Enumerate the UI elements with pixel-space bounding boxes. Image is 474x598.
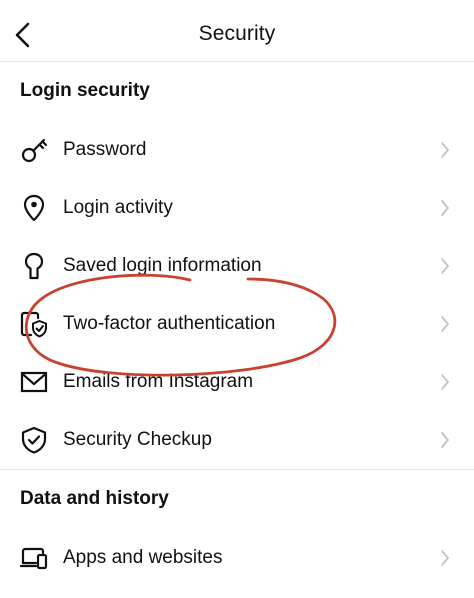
chevron-right-icon: [438, 548, 452, 568]
settings-row-password[interactable]: Password: [0, 125, 474, 175]
settings-row-label: Apps and websites: [63, 547, 223, 568]
header-divider: [0, 61, 474, 62]
header: Security: [0, 0, 474, 68]
settings-row-label: Password: [63, 139, 147, 160]
settings-row-two-factor-authentication[interactable]: Two-factor authentication: [0, 299, 474, 349]
settings-row-emails-from-instagram[interactable]: Emails from Instagram: [0, 357, 474, 407]
chevron-right-icon: [438, 198, 452, 218]
section-divider: [0, 469, 474, 470]
key-icon: [18, 134, 50, 166]
device-shield-icon: [18, 308, 50, 340]
settings-row-login-activity[interactable]: Login activity: [0, 183, 474, 233]
settings-row-label: Two-factor authentication: [63, 313, 276, 334]
settings-row-apps-and-websites[interactable]: Apps and websites: [0, 533, 474, 583]
settings-row-label: Login activity: [63, 197, 173, 218]
chevron-right-icon: [438, 430, 452, 450]
settings-row-security-checkup[interactable]: Security Checkup: [0, 415, 474, 465]
settings-row-label: Security Checkup: [63, 429, 212, 450]
page-title: Security: [198, 22, 276, 45]
shield-check-icon: [18, 424, 50, 456]
section-title-data-and-history: Data and history: [20, 488, 169, 509]
chevron-right-icon: [438, 140, 452, 160]
section-title-login-security: Login security: [20, 80, 150, 101]
chevron-right-icon: [438, 372, 452, 392]
chevron-right-icon: [438, 256, 452, 276]
settings-row-label: Saved login information: [63, 255, 262, 276]
chevron-right-icon: [438, 314, 452, 334]
settings-row-saved-login-information[interactable]: Saved login information: [0, 241, 474, 291]
settings-row-label: Emails from Instagram: [63, 371, 254, 392]
devices-icon: [18, 542, 50, 574]
envelope-icon: [18, 366, 50, 398]
keyhole-icon: [18, 250, 50, 282]
location-pin-icon: [18, 192, 50, 224]
